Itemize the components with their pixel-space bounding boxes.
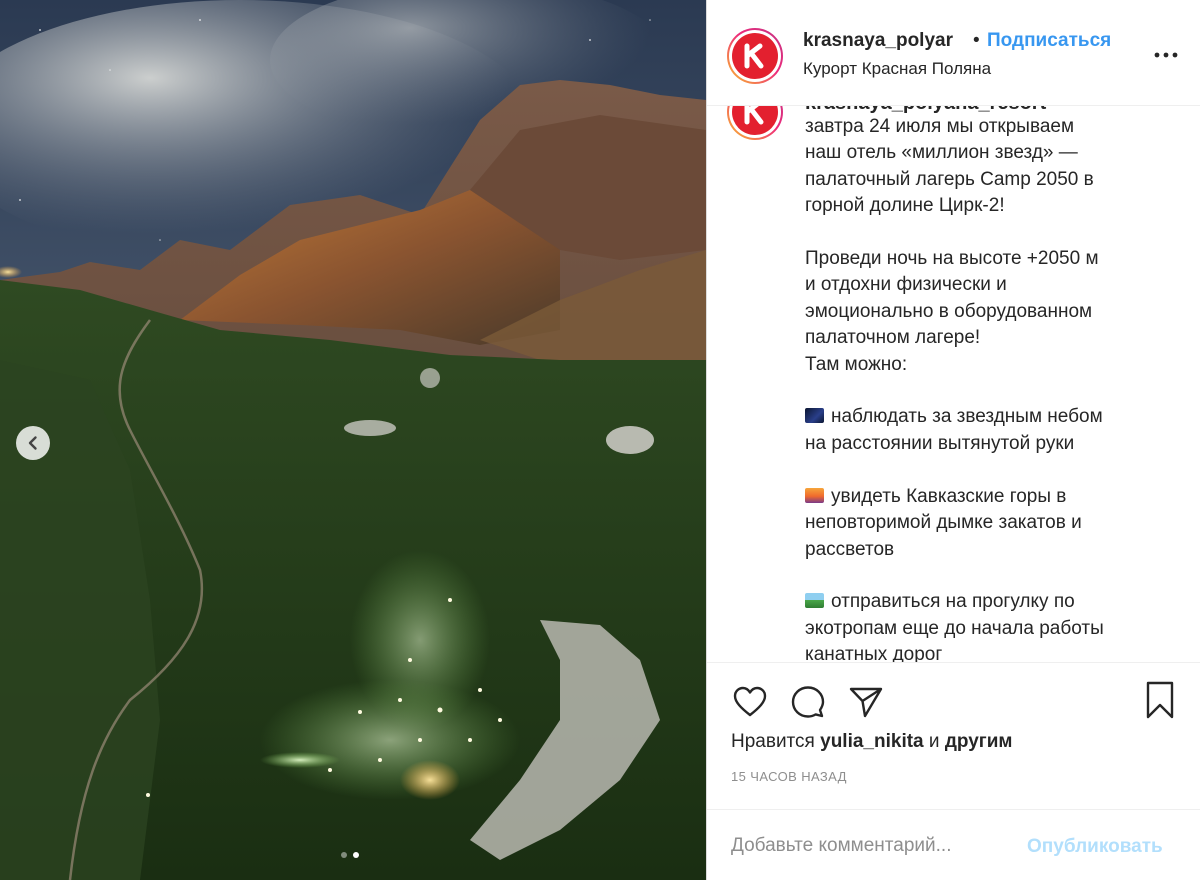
share-icon xyxy=(849,687,883,718)
caption-line: на расстоянии вытянутой руки xyxy=(805,431,1165,457)
heart-icon xyxy=(733,686,767,717)
bookmark-icon xyxy=(1146,681,1174,719)
caption-text: завтра 24 июля мы открываем наш отель «ми… xyxy=(805,114,1165,662)
night-sky-emoji xyxy=(805,408,824,424)
caption-line: рассветов xyxy=(805,537,1165,563)
caption-line-text: наблюдать за звездным небом xyxy=(831,406,1103,428)
caption-line-text: экотропам еще до начала работы xyxy=(805,617,1104,639)
caption-line xyxy=(805,220,1165,246)
caption-line: экотропам еще до начала работы xyxy=(805,616,1165,642)
likes-and: и xyxy=(928,731,940,752)
caption-line: палаточном лагере! xyxy=(805,327,981,349)
caption-line-text: на расстоянии вытянутой руки xyxy=(805,432,1075,454)
comment-button[interactable] xyxy=(789,683,827,721)
brand-logo-icon xyxy=(732,106,778,135)
caption-line: наш отель «миллион звезд» — xyxy=(805,142,1078,164)
post-location[interactable]: Курорт Красная Поляна xyxy=(803,59,991,79)
caption-line xyxy=(805,378,1165,404)
comment-icon xyxy=(791,686,825,718)
likes-user-link[interactable]: yulia_nikita xyxy=(820,731,924,752)
caption-scroll-area[interactable]: krasnaya_polyana_resort завтра 24 июля м… xyxy=(707,106,1200,662)
caption-line-text: отправиться на прогулку по xyxy=(831,591,1075,613)
share-button[interactable] xyxy=(847,683,885,721)
landscape-emoji xyxy=(805,593,824,609)
brand-logo-icon xyxy=(732,33,778,79)
carousel-dot-active xyxy=(353,852,359,858)
caption-line: и отдохни физически и xyxy=(805,274,1007,296)
caption-line: Там можно: xyxy=(805,353,908,375)
save-button[interactable] xyxy=(1141,681,1179,719)
publish-button[interactable]: Опубликовать xyxy=(1027,836,1163,858)
comment-bar: Опубликовать xyxy=(707,809,1200,881)
post-timestamp[interactable]: 15 ЧАСОВ НАЗАД xyxy=(731,769,847,784)
post-sidebar: krasnaya_polyar • Подписаться Курорт Кра… xyxy=(706,0,1200,880)
caption-line: наблюдать за звездным небом xyxy=(805,404,1165,430)
sunset-emoji xyxy=(805,487,824,503)
caption-line: палаточный лагерь Camp 2050 в xyxy=(805,168,1094,190)
separator: • xyxy=(973,30,980,51)
caption-line: Проведи ночь на высоте +2050 м xyxy=(805,248,1099,270)
carousel-prev-button[interactable] xyxy=(16,426,50,460)
caption-line: неповторимой дымке закатов и xyxy=(805,510,1165,536)
post-photo[interactable] xyxy=(0,0,706,880)
caption-line-text: увидеть Кавказские горы в xyxy=(831,485,1067,507)
likes-prefix: Нравится xyxy=(731,731,815,752)
post-username[interactable]: krasnaya_polyar xyxy=(803,30,953,52)
avatar[interactable] xyxy=(727,28,783,84)
caption-line: горной долине Цирк-2! xyxy=(805,195,1005,217)
post-actions: Нравится yulia_nikita и другим 15 ЧАСОВ … xyxy=(707,662,1200,880)
caption-line-text: канатных дорог xyxy=(805,644,943,662)
caption-line: увидеть Кавказские горы в xyxy=(805,484,1165,510)
more-options-button[interactable] xyxy=(1151,40,1181,70)
caption-line: эмоционально в оборудованном xyxy=(805,300,1093,322)
like-button[interactable] xyxy=(731,683,769,721)
more-horizontal-icon xyxy=(1154,52,1178,58)
chevron-left-icon xyxy=(28,436,37,450)
post-header: krasnaya_polyar • Подписаться Курорт Кра… xyxy=(707,0,1200,106)
likes-others-link[interactable]: другим xyxy=(945,731,1013,752)
carousel-indicator xyxy=(341,852,359,858)
caption-avatar[interactable] xyxy=(727,106,783,140)
carousel-dot xyxy=(341,852,347,858)
caption-line: канатных дорог xyxy=(805,642,1165,662)
caption-line-text: неповторимой дымке закатов и xyxy=(805,512,1082,534)
follow-button[interactable]: Подписаться xyxy=(987,30,1111,52)
caption-line: завтра 24 июля мы открываем xyxy=(805,116,1075,137)
comment-input[interactable] xyxy=(731,830,1021,862)
mountain-night-photo xyxy=(0,0,706,880)
caption-line: отправиться на прогулку по xyxy=(805,589,1165,615)
likes-summary: Нравится yulia_nikita и другим xyxy=(731,731,1012,753)
caption-line-text: рассветов xyxy=(805,538,895,560)
